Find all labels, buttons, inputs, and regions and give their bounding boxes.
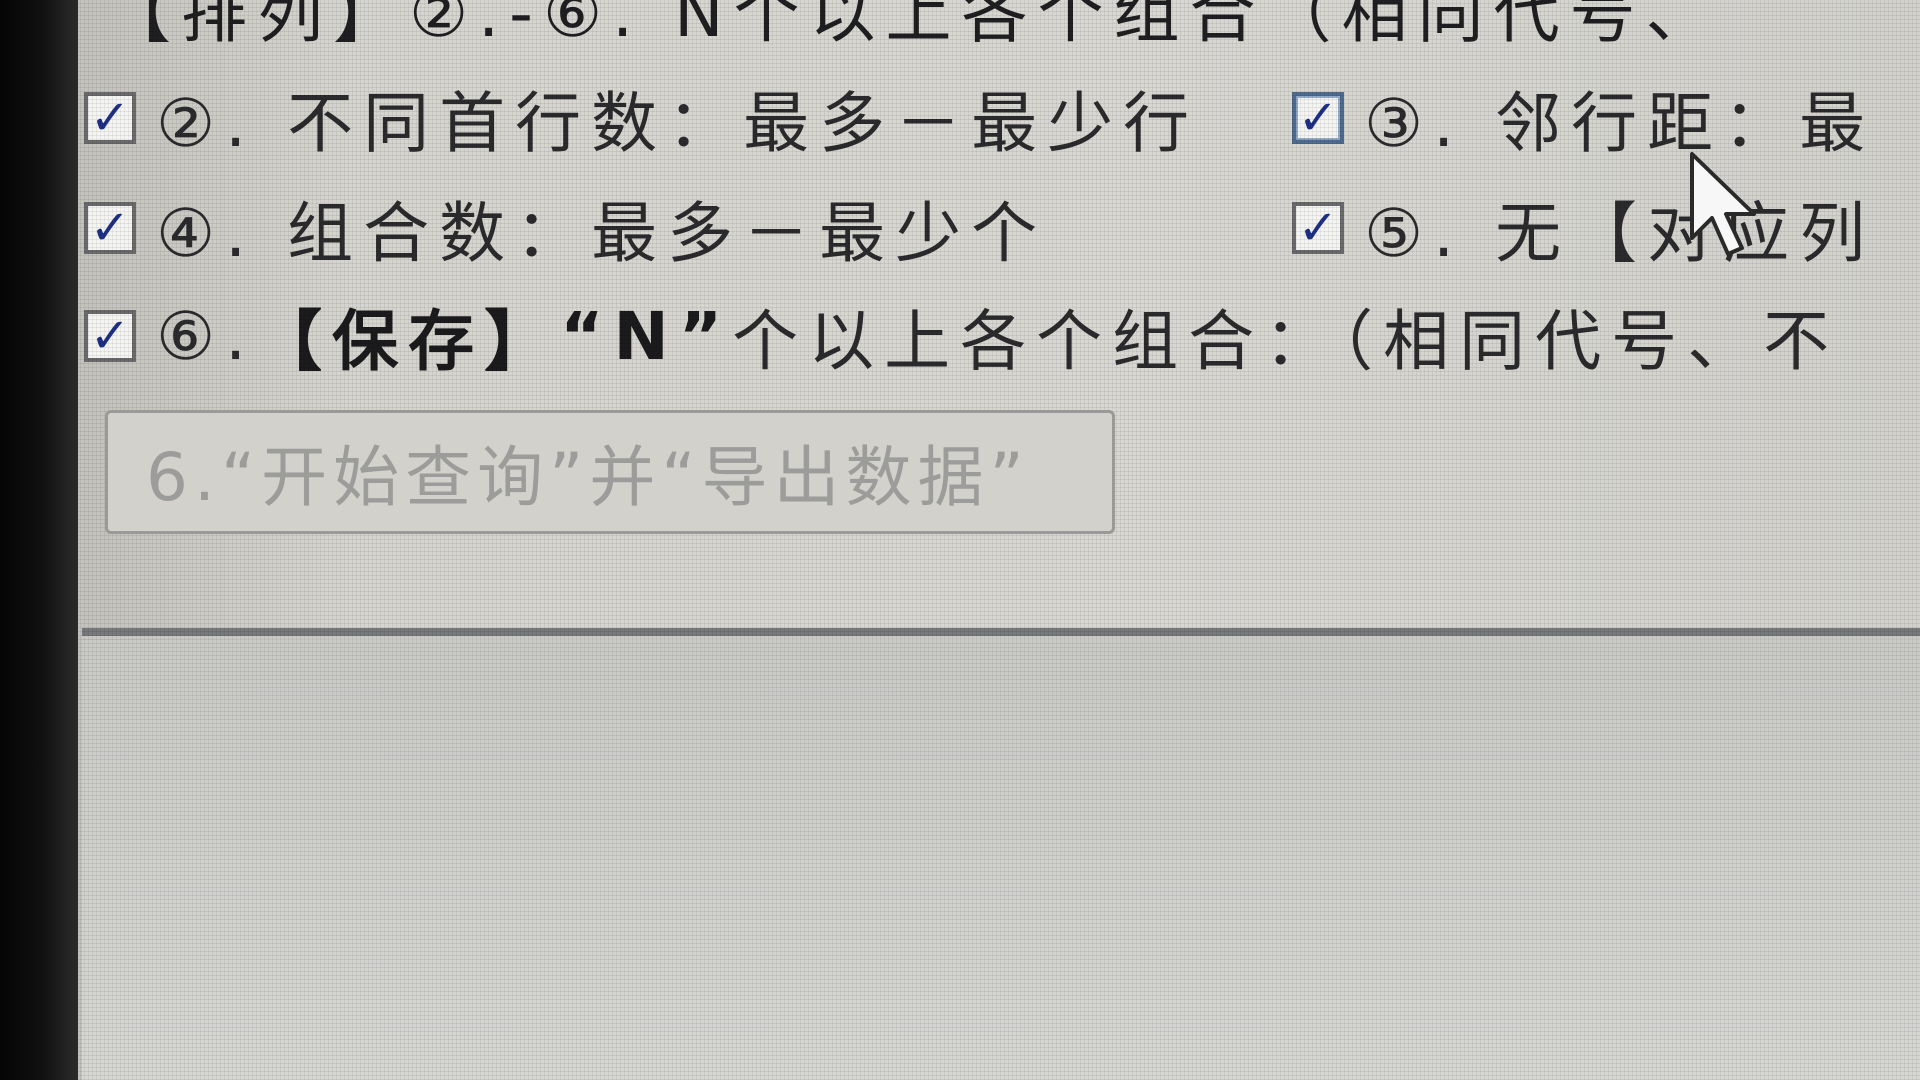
option-label-2: ②. 不同首行数：最多－最少行 bbox=[156, 85, 1200, 162]
check-mark-icon: ✓ bbox=[89, 308, 131, 364]
checkbox-checked-icon[interactable]: ✓ bbox=[1292, 92, 1344, 144]
check-mark-icon: ✓ bbox=[1297, 90, 1339, 146]
option-label-6-suffix: 个以上各个组合：（相同代号、不 bbox=[732, 303, 1840, 380]
panel-divider bbox=[82, 628, 1920, 636]
checkbox-checked-icon[interactable]: ✓ bbox=[84, 202, 136, 254]
top-row-partial-text: 【排列】②.-⑥. N个以上各个组合（相同代号、 bbox=[105, 0, 1721, 54]
option-row-3[interactable]: ✓ ③. 邻行距：最 bbox=[1292, 72, 1875, 164]
checkbox-checked-icon[interactable]: ✓ bbox=[84, 92, 136, 144]
start-query-export-button[interactable]: 6.“开始查询”并“导出数据” bbox=[105, 410, 1115, 534]
monitor-bezel bbox=[0, 0, 78, 1080]
option-row-5[interactable]: ✓ ⑤. 无【对应列 bbox=[1292, 182, 1875, 274]
app-window: 【排列】②.-⑥. N个以上各个组合（相同代号、 ✓ ②. 不同首行数：最多－最… bbox=[0, 0, 1920, 1080]
checkbox-checked-icon[interactable]: ✓ bbox=[84, 310, 136, 362]
option-label-3: ③. 邻行距：最 bbox=[1364, 85, 1876, 162]
option-label-5: ⑤. 无【对应列 bbox=[1364, 195, 1876, 272]
option-row-2[interactable]: ✓ ②. 不同首行数：最多－最少行 bbox=[84, 72, 1199, 164]
option-row-6[interactable]: ✓ ⑥. 【保存】 “N” 个以上各个组合：（相同代号、不 bbox=[84, 290, 1839, 382]
option-label-4: ④. 组合数：最多－最少个 bbox=[156, 195, 1048, 272]
option-row-4[interactable]: ✓ ④. 组合数：最多－最少个 bbox=[84, 182, 1047, 274]
export-button-label: 6.“开始查询”并“导出数据” bbox=[146, 439, 1030, 516]
checkbox-checked-icon[interactable]: ✓ bbox=[1292, 202, 1344, 254]
lower-empty-panel bbox=[82, 640, 1920, 1080]
option-label-6-save: 【保存】 bbox=[256, 303, 561, 380]
option-label-6-n: “N” bbox=[560, 297, 733, 375]
top-row-text: 【排列】②.-⑥. N个以上各个组合（相同代号、 bbox=[105, 0, 1722, 52]
option-label-6-prefix: ⑥. bbox=[156, 297, 257, 375]
check-mark-icon: ✓ bbox=[1297, 200, 1339, 256]
check-mark-icon: ✓ bbox=[89, 200, 131, 256]
mouse-pointer-icon bbox=[1690, 152, 1756, 256]
check-mark-icon: ✓ bbox=[89, 90, 131, 146]
